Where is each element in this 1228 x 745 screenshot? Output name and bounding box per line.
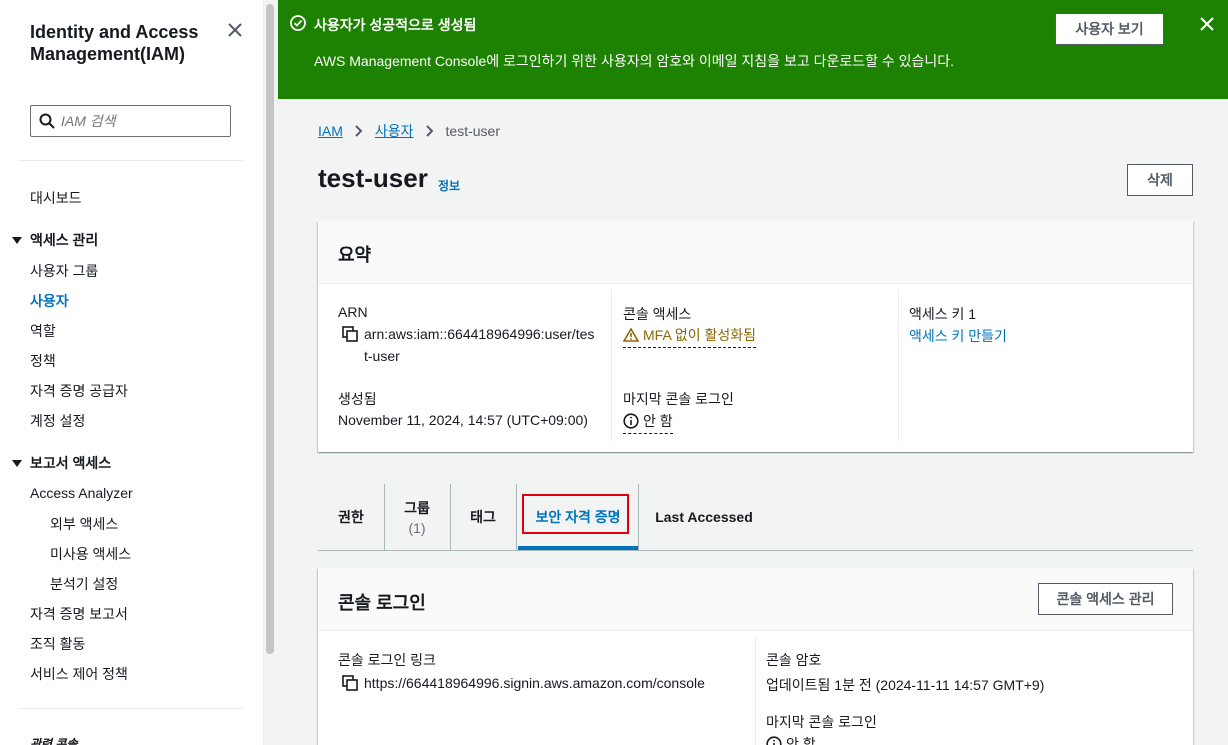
check-circle-icon xyxy=(290,15,306,31)
section-label: 액세스 관리 xyxy=(30,232,99,248)
tab-last-accessed[interactable]: Last Accessed xyxy=(640,484,768,550)
sidebar-item-user-groups[interactable]: 사용자 그룹 xyxy=(30,261,98,281)
tab-permissions[interactable]: 권한 xyxy=(318,484,384,550)
card-title: 콘솔 로그인 xyxy=(338,593,426,613)
info-icon xyxy=(623,413,639,429)
last-login-value: 안 함 xyxy=(643,413,673,429)
last-login-status: 안 함 xyxy=(623,411,673,434)
close-icon[interactable] xyxy=(1199,16,1215,32)
console-password-label: 콘솔 암호 xyxy=(766,652,822,668)
sidebar-item-scp[interactable]: 서비스 제어 정책 xyxy=(30,664,128,684)
tab-label: 그룹 xyxy=(404,500,430,516)
manage-console-access-button[interactable]: 콘솔 액세스 관리 xyxy=(1038,583,1173,615)
app-root: Identity and Access Management(IAM) 대시보드… xyxy=(0,0,1228,745)
signin-link-value[interactable]: https://664418964996.signin.aws.amazon.c… xyxy=(364,675,705,691)
divider xyxy=(18,708,243,709)
last-login-label: 마지막 콘솔 로그인 xyxy=(623,391,734,407)
active-tab-indicator xyxy=(518,546,638,550)
search-icon xyxy=(39,113,55,129)
card-header: 요약 xyxy=(318,221,1193,284)
sidebar-item-unused-access[interactable]: 미사용 액세스 xyxy=(50,544,131,564)
sidebar-section-access[interactable]: 액세스 관리 xyxy=(12,230,98,250)
sidebar: Identity and Access Management(IAM) 대시보드… xyxy=(0,0,264,745)
sidebar-item-policies[interactable]: 정책 xyxy=(30,351,56,371)
console-access-value: MFA 없이 활성화됨 xyxy=(643,327,757,343)
main-content: 사용자가 성공적으로 생성됨 AWS Management Console에 로… xyxy=(278,0,1228,745)
close-icon[interactable] xyxy=(225,20,245,40)
sidebar-item-org-activity[interactable]: 조직 활동 xyxy=(30,634,85,654)
chevron-right-icon xyxy=(425,125,433,137)
sidebar-item-identity-providers[interactable]: 자격 증명 공급자 xyxy=(30,381,128,401)
warning-icon xyxy=(623,328,639,342)
caret-down-icon xyxy=(12,236,22,244)
tab-count: (1) xyxy=(408,520,426,536)
tab-tags[interactable]: 태그 xyxy=(450,484,516,550)
sidebar-item-dashboard[interactable]: 대시보드 xyxy=(30,188,82,208)
sidebar-title: Identity and Access Management(IAM) xyxy=(30,22,199,64)
sidebar-item-account-settings[interactable]: 계정 설정 xyxy=(30,411,85,431)
scrollbar[interactable] xyxy=(266,4,274,654)
create-access-key-link[interactable]: 액세스 키 만들기 xyxy=(909,326,1007,346)
page-title: test-user xyxy=(318,163,428,193)
sidebar-section-reports[interactable]: 보고서 액세스 xyxy=(12,453,111,473)
copy-icon[interactable] xyxy=(342,675,358,691)
sidebar-item-roles[interactable]: 역할 xyxy=(30,321,56,341)
section-label: 보고서 액세스 xyxy=(30,455,112,471)
last-login-status: 안 함 xyxy=(766,734,816,745)
column-divider xyxy=(611,289,612,441)
summary-card: 요약 ARN arn:aws:iam::664418964996:user/te… xyxy=(318,221,1193,452)
sidebar-item-external-access[interactable]: 외부 액세스 xyxy=(50,514,118,534)
created-value: November 11, 2024, 14:57 (UTC+09:00) xyxy=(338,412,588,428)
console-password-value: 업데이트됨 1분 전 (2024-11-11 14:57 GMT+9) xyxy=(766,677,1045,693)
info-link[interactable]: 정보 xyxy=(438,177,460,194)
tab-label: Last Accessed xyxy=(655,509,753,525)
breadcrumb-current: test-user xyxy=(445,123,500,139)
delete-button[interactable]: 삭제 xyxy=(1127,164,1193,196)
tab-separator xyxy=(638,484,639,550)
search-input[interactable] xyxy=(61,113,221,129)
console-access-label: 콘솔 액세스 xyxy=(623,306,692,322)
tab-label: 태그 xyxy=(470,509,496,525)
signin-link-label: 콘솔 로그인 링크 xyxy=(338,652,436,668)
last-login-label: 마지막 콘솔 로그인 xyxy=(766,714,877,730)
breadcrumb-users[interactable]: 사용자 xyxy=(375,121,414,141)
tab-label: 권한 xyxy=(338,509,364,525)
sidebar-item-analyzer-settings[interactable]: 분석기 설정 xyxy=(50,574,118,594)
card-title: 요약 xyxy=(338,245,372,265)
arn-label: ARN xyxy=(338,304,368,320)
console-access-status[interactable]: MFA 없이 활성화됨 xyxy=(623,325,757,348)
column-divider xyxy=(755,636,756,745)
breadcrumb: IAM 사용자 test-user xyxy=(318,121,500,141)
tabs: 권한 그룹 (1) 태그 보안 자격 증명 Last Accessed xyxy=(318,484,1193,551)
flash-header: 사용자가 성공적으로 생성됨 xyxy=(314,17,477,33)
sidebar-item-access-analyzer[interactable]: Access Analyzer xyxy=(30,485,133,501)
sidebar-item-users[interactable]: 사용자 xyxy=(30,291,69,311)
card-header: 콘솔 로그인 콘솔 액세스 관리 xyxy=(318,568,1193,631)
highlight-box xyxy=(522,494,629,534)
caret-down-icon xyxy=(12,459,22,467)
tab-groups[interactable]: 그룹 (1) xyxy=(384,484,450,550)
flash-content: AWS Management Console에 로그인하기 위한 사용자의 암호… xyxy=(314,53,955,69)
copy-icon[interactable] xyxy=(342,326,358,342)
created-label: 생성됨 xyxy=(338,391,377,407)
success-flash: 사용자가 성공적으로 생성됨 AWS Management Console에 로… xyxy=(278,0,1228,99)
arn-value-line2: t-user xyxy=(364,348,400,364)
access-key-label: 액세스 키 1 xyxy=(909,306,977,322)
chevron-right-icon xyxy=(355,125,363,137)
column-divider xyxy=(898,289,899,441)
sidebar-related-consoles: 관련 콘솔 xyxy=(30,737,78,745)
tab-separator xyxy=(516,484,517,550)
breadcrumb-iam[interactable]: IAM xyxy=(318,123,343,139)
arn-value-line1: arn:aws:iam::664418964996:user/tes xyxy=(364,326,595,342)
last-login-value: 안 함 xyxy=(786,736,816,745)
console-signin-card: 콘솔 로그인 콘솔 액세스 관리 콘솔 로그인 링크 https://66441… xyxy=(318,568,1193,745)
info-icon xyxy=(766,736,782,745)
divider xyxy=(18,160,243,161)
view-user-button[interactable]: 사용자 보기 xyxy=(1055,13,1164,45)
search-box[interactable] xyxy=(30,105,231,137)
sidebar-item-credential-report[interactable]: 자격 증명 보고서 xyxy=(30,604,128,624)
